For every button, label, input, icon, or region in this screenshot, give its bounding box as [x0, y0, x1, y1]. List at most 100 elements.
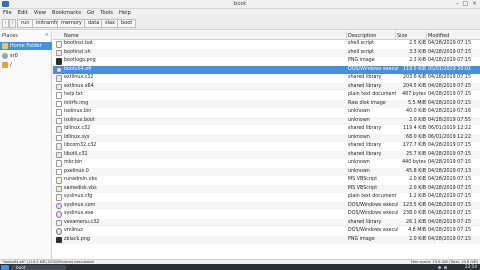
file-modified: 04/28/2019 07:15 — [428, 75, 471, 80]
file-name: libutil.c32 — [64, 151, 88, 157]
file-list: Name Description Size Modified bootinst.… — [53, 31, 480, 259]
close-pane-icon[interactable]: × — [45, 32, 49, 38]
menu-edit[interactable]: Edit — [15, 9, 31, 16]
menu-go[interactable]: Go — [84, 9, 97, 16]
file-row[interactable]: isolinux.bin unknown 40.0 KiB 04/28/2019 07… — [53, 108, 480, 117]
file-description: plain text document — [348, 92, 397, 97]
file-name: help.txt — [64, 92, 83, 97]
folder-icon — [2, 43, 8, 49]
sidebar-item-root[interactable]: / — [0, 61, 52, 69]
file-description: shell script — [348, 41, 375, 46]
breadcrumb-boot[interactable]: boot — [117, 19, 137, 28]
file-row[interactable]: pxelinux.0 unknown 45.8 KiB 04/28/2019 07:1… — [53, 167, 480, 176]
maximize-icon[interactable]: □ — [462, 1, 469, 7]
menu-help[interactable]: Help — [116, 9, 134, 16]
column-size[interactable]: Size — [397, 33, 407, 39]
minimize-icon[interactable]: – — [454, 1, 461, 7]
column-name[interactable]: Name — [64, 33, 79, 39]
file-name: vesamenu.c32 — [64, 219, 100, 225]
file-row[interactable]: help.txt plain text document 487 bytes 04/2… — [53, 91, 480, 100]
sidebar-item-sr0[interactable]: sr0 — [0, 52, 52, 60]
file-description: shared library — [348, 143, 382, 148]
menu-tools[interactable]: Tools — [97, 9, 116, 16]
file-row[interactable]: syslinux.exe DOS/Windows executable 238.0 … — [53, 210, 480, 219]
network-icon[interactable] — [438, 265, 441, 269]
file-modified: 04/28/2019 07:15 — [428, 185, 471, 191]
start-menu-icon[interactable] — [1, 264, 9, 270]
file-name: bootx64.efi — [64, 66, 92, 72]
file-description: DOS/Windows executable — [348, 66, 398, 72]
title-bar: boot – □ × — [0, 0, 480, 9]
file-modified: 04/28/2019 07:15 — [428, 58, 471, 63]
file-size: 2.0 KiB — [409, 236, 426, 242]
file-row[interactable]: mbr.bin unknown 440 bytes 04/28/2019 07:15 — [53, 159, 480, 168]
file-name: ldlinux.c32 — [64, 126, 91, 131]
file-icon — [56, 194, 62, 201]
file-size: 440 bytes — [402, 160, 426, 165]
file-size: 1.2 KiB — [409, 194, 426, 199]
file-size: 238.0 KiB — [402, 211, 426, 216]
file-modified: 04/28/2019 07:15 — [428, 92, 471, 97]
breadcrumb-run[interactable]: run — [17, 19, 34, 28]
file-name: isolinux.bin — [64, 109, 92, 114]
path-left-arrow-icon[interactable]: ‹ — [2, 19, 9, 28]
file-icon — [56, 109, 62, 116]
file-row[interactable]: isolinux.boot unknown 2.0 KiB 04/28/2019 07… — [53, 116, 480, 125]
file-row[interactable]: initrfs.img Raw disk image 5.5 MiB 04/28/20… — [53, 99, 480, 108]
file-name: syslinux.cfg — [64, 194, 93, 199]
file-size: 5.5 MiB — [408, 100, 426, 106]
file-row[interactable]: ldlinux.sys unknown 68.0 KiB 06/01/2019 12:… — [53, 133, 480, 142]
file-description: shared library — [348, 83, 382, 89]
file-name: bootinst.bat — [64, 41, 93, 46]
file-modified: 04/28/2019 07:16 — [428, 109, 471, 114]
file-row[interactable]: bootinst.sh shell script 3.3 KiB 04/28/2019… — [53, 48, 480, 57]
file-modified: 04/28/2019 07:15 — [428, 219, 471, 225]
file-name: libcom32.c32 — [64, 143, 97, 148]
file-size: 2.3 KiB — [409, 58, 426, 63]
path-bar: ‹ / run initramfs memory data slax boot — [0, 17, 480, 30]
file-modified: 04/28/2019 07:15 — [428, 151, 471, 157]
file-size: 40.0 KiB — [406, 109, 426, 114]
root-crumb-icon[interactable]: / — [9, 19, 16, 28]
file-row[interactable]: runadmin.vbs MS VBScript 2.0 KiB 04/28/2019… — [53, 176, 480, 185]
library-icon — [56, 75, 62, 82]
file-row[interactable]: syslinux.cfg plain text document 1.2 KiB 04… — [53, 193, 480, 202]
breadcrumb-memory[interactable]: memory — [57, 19, 86, 28]
file-description: shell script — [348, 49, 375, 55]
file-row[interactable]: libcom32.c32 shared library 177.7 KiB 04/28… — [53, 142, 480, 151]
file-icon — [56, 100, 62, 107]
column-modified[interactable]: Modified — [428, 33, 449, 39]
executable-icon — [56, 211, 62, 218]
file-row[interactable]: vesamenu.c32 shared library 26.1 KiB 04/28/… — [53, 218, 480, 227]
sidebar-item-home[interactable]: Home Folder — [0, 42, 52, 50]
column-description[interactable]: Description — [348, 33, 376, 39]
file-modified: 04/28/2019 07:13 — [428, 168, 471, 174]
file-row[interactable]: ldlinux.c32 shared library 119.4 KiB 06/01/… — [53, 125, 480, 134]
menu-file[interactable]: File — [0, 9, 15, 16]
column-header: Name Description Size Modified — [53, 31, 480, 40]
file-icon — [56, 160, 62, 167]
file-row[interactable]: bootlogo.png PNG image 2.3 KiB 04/28/2019 0… — [53, 57, 480, 66]
file-row[interactable]: zblack.png PNG image 2.0 KiB 04/28/2019 07:… — [53, 235, 480, 244]
file-row[interactable]: extlinux.x64 shared library 204.5 KiB 04/28… — [53, 82, 480, 91]
file-row[interactable]: vmlinuz DOS/Windows executable 4.8 MiB04/2… — [53, 227, 480, 236]
file-row[interactable]: extlinux.c32 shared library 203.6 KiB 04/28… — [53, 74, 480, 83]
file-row[interactable]: libutil.c32 shared library 25.7 KiB 04/28/2… — [53, 150, 480, 159]
close-icon[interactable]: × — [471, 1, 478, 7]
file-description: PNG image — [348, 58, 375, 63]
file-row[interactable]: bootx64.efi DOS/Windows executable 119.5 K… — [53, 65, 480, 74]
sidebar-item-label: sr0 — [10, 53, 18, 59]
menu-bar: File Edit View Bookmarks Go Tools Help — [0, 9, 480, 17]
menu-view[interactable]: View — [31, 9, 49, 16]
executable-icon — [56, 202, 62, 209]
file-row[interactable]: bootinst.bat shell script 2.5 KiB 04/28/201… — [53, 40, 480, 49]
file-size: 177.7 KiB — [402, 143, 426, 148]
taskbar-window-boot[interactable]: boot — [11, 264, 66, 270]
file-row[interactable]: syslinux.com DOS/Windows executable 123.5 … — [53, 201, 480, 210]
library-icon — [56, 83, 62, 90]
file-row[interactable]: samedisk.vbs MS VBScript 2.0 KiB 04/28/2019… — [53, 184, 480, 193]
volume-icon[interactable] — [444, 265, 447, 269]
menu-bookmarks[interactable]: Bookmarks — [49, 9, 84, 16]
file-modified: 04/28/2019 07:15 — [428, 202, 471, 208]
file-name: bootinst.sh — [64, 49, 91, 55]
